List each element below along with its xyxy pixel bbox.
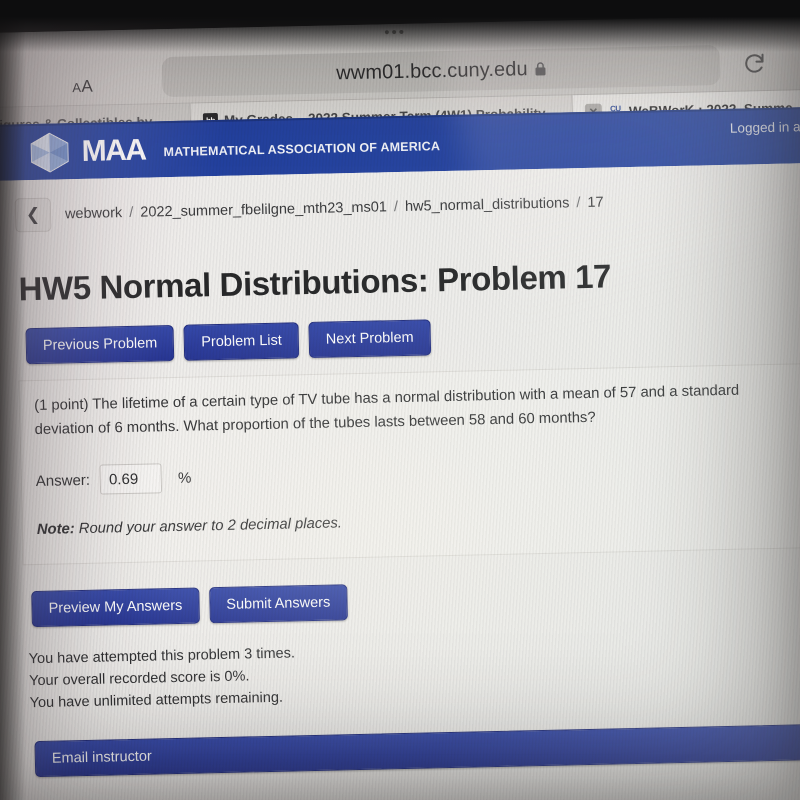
next-problem-button[interactable]: Next Problem (308, 319, 432, 359)
problem-panel: (1 point) The lifetime of a certain type… (18, 363, 800, 566)
maa-polyhedron-logo-icon (30, 132, 69, 173)
breadcrumb-sep: / (576, 195, 581, 212)
page-settings-aa-button[interactable]: AA (72, 77, 93, 97)
breadcrumb-sep: / (129, 204, 134, 221)
back-button[interactable]: ❮ (14, 197, 52, 233)
tablet-screen: ••• AA wwm01.bcc.cuny.edu CU MAA MATHEMA… (0, 14, 800, 800)
reload-icon[interactable] (740, 48, 771, 79)
browser-chrome: ••• AA wwm01.bcc.cuny.edu CU (0, 14, 800, 144)
answer-unit: % (177, 469, 192, 487)
note-text: Round your answer to 2 decimal places. (78, 515, 343, 538)
answer-label: Answer: (35, 471, 91, 490)
page-content: ❮ webwork / 2022_summer_fbelilgne_mth23_… (0, 162, 800, 800)
problem-points: (1 point) (34, 396, 89, 415)
url-text: wwm01.bcc.cuny.edu (335, 57, 528, 84)
breadcrumb-sep: / (393, 199, 399, 216)
note-label: Note: (36, 521, 75, 539)
address-bar[interactable]: wwm01.bcc.cuny.edu (161, 45, 721, 98)
chevron-left-icon: ❮ (25, 204, 41, 225)
answer-input[interactable] (99, 463, 163, 495)
preview-my-answers-button[interactable]: Preview My Answers (31, 587, 200, 628)
account-status[interactable]: Logged in as (730, 119, 800, 136)
previous-problem-button[interactable]: Previous Problem (25, 324, 175, 365)
breadcrumb-item-0[interactable]: webwork (65, 205, 123, 222)
problem-list-button[interactable]: Problem List (183, 322, 300, 361)
lock-icon (535, 61, 546, 80)
breadcrumb-item-3[interactable]: 17 (587, 195, 603, 211)
maa-tagline: MATHEMATICAL ASSOCIATION OF AMERICA (163, 139, 441, 160)
submit-answers-button[interactable]: Submit Answers (208, 584, 348, 624)
breadcrumb-item-1[interactable]: 2022_summer_fbelilgne_mth23_ms01 (140, 199, 387, 220)
maa-brand-text: MAA (81, 133, 146, 168)
breadcrumb: webwork / 2022_summer_fbelilgne_mth23_ms… (65, 195, 604, 223)
breadcrumb-item-2[interactable]: hw5_normal_distributions (405, 195, 570, 215)
email-instructor-button[interactable]: Email instructor (34, 723, 800, 777)
screen-photo: ••• AA wwm01.bcc.cuny.edu CU MAA MATHEMA… (0, 0, 800, 800)
maa-logo[interactable]: MAA MATHEMATICAL ASSOCIATION OF AMERICA (27, 123, 440, 174)
